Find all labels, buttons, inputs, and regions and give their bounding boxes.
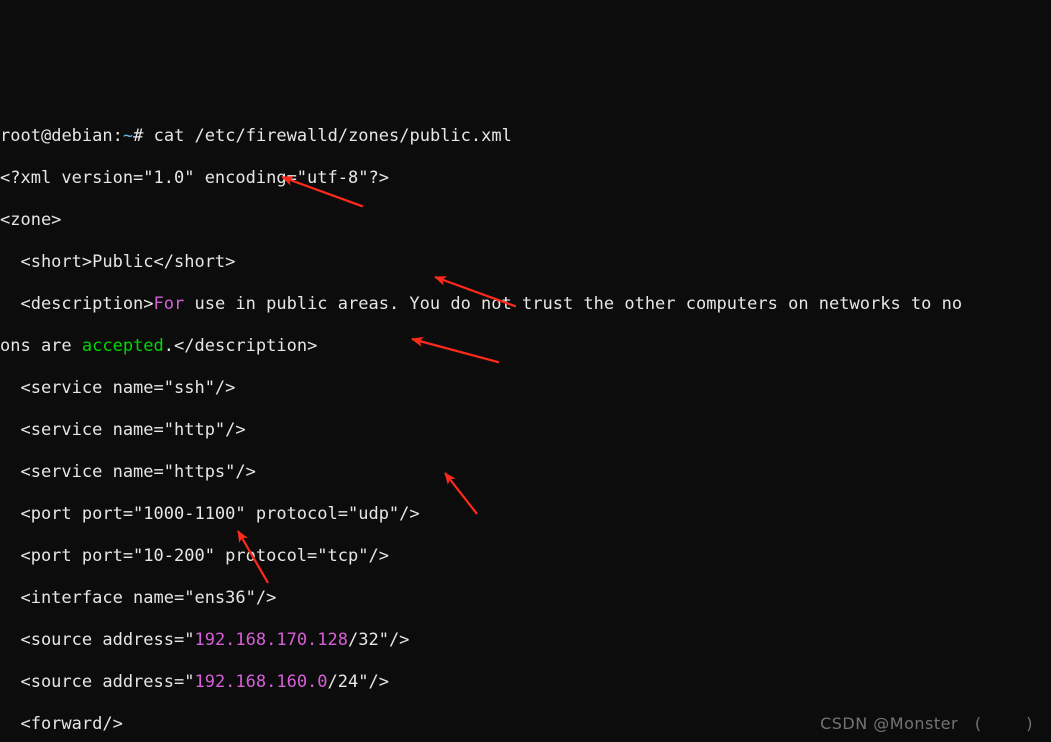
desc-accepted: accepted bbox=[82, 336, 164, 356]
src2-pre: <source address=" bbox=[0, 672, 194, 692]
prompt-at: @ bbox=[41, 126, 51, 146]
xml-description: <description>For use in public areas. Yo… bbox=[0, 294, 1051, 315]
xml-short: <short>Public</short> bbox=[0, 252, 1051, 273]
xml-port-tcp: <port port="10-200" protocol="tcp"/> bbox=[0, 546, 1051, 567]
xml-interface: <interface name="ens36"/> bbox=[0, 588, 1051, 609]
desc-wrap2-pre: ons are bbox=[0, 336, 82, 356]
prompt-path: ~ bbox=[123, 126, 133, 146]
src2-ip: 192.168.160.0 bbox=[194, 672, 327, 692]
xml-svc-ssh: <service name="ssh"/> bbox=[0, 378, 1051, 399]
terminal[interactable]: root@debian:~# cat /etc/firewalld/zones/… bbox=[0, 105, 1051, 742]
xml-svc-http: <service name="http"/> bbox=[0, 420, 1051, 441]
prompt-user: root bbox=[0, 126, 41, 146]
src2-post: /24"/> bbox=[328, 672, 389, 692]
desc-mid1: use in public areas. You do not trust th… bbox=[184, 294, 962, 314]
xml-source-2: <source address="192.168.160.0/24"/> bbox=[0, 672, 1051, 693]
prompt-host: debian bbox=[51, 126, 112, 146]
desc-open: <description> bbox=[0, 294, 154, 314]
desc-wrap2-post: .</description> bbox=[164, 336, 318, 356]
xml-source-1: <source address="192.168.170.128/32"/> bbox=[0, 630, 1051, 651]
line-prompt-cmd1: root@debian:~# cat /etc/firewalld/zones/… bbox=[0, 126, 1051, 147]
prompt-colon: : bbox=[113, 126, 123, 146]
cmd-cat: cat /etc/firewalld/zones/public.xml bbox=[154, 126, 512, 146]
prompt-symbol: # bbox=[133, 126, 153, 146]
xml-decl: <?xml version="1.0" encoding="utf-8"?> bbox=[0, 168, 1051, 189]
xml-svc-https: <service name="https"/> bbox=[0, 462, 1051, 483]
xml-port-udp: <port port="1000-1100" protocol="udp"/> bbox=[0, 504, 1051, 525]
src1-ip: 192.168.170.128 bbox=[194, 630, 348, 650]
watermark: CSDN @Monster ( ) bbox=[820, 713, 1033, 734]
src1-pre: <source address=" bbox=[0, 630, 194, 650]
xml-description-wrap: ons are accepted.</description> bbox=[0, 336, 1051, 357]
src1-post: /32"/> bbox=[348, 630, 409, 650]
desc-for: For bbox=[154, 294, 185, 314]
xml-zone-open: <zone> bbox=[0, 210, 1051, 231]
